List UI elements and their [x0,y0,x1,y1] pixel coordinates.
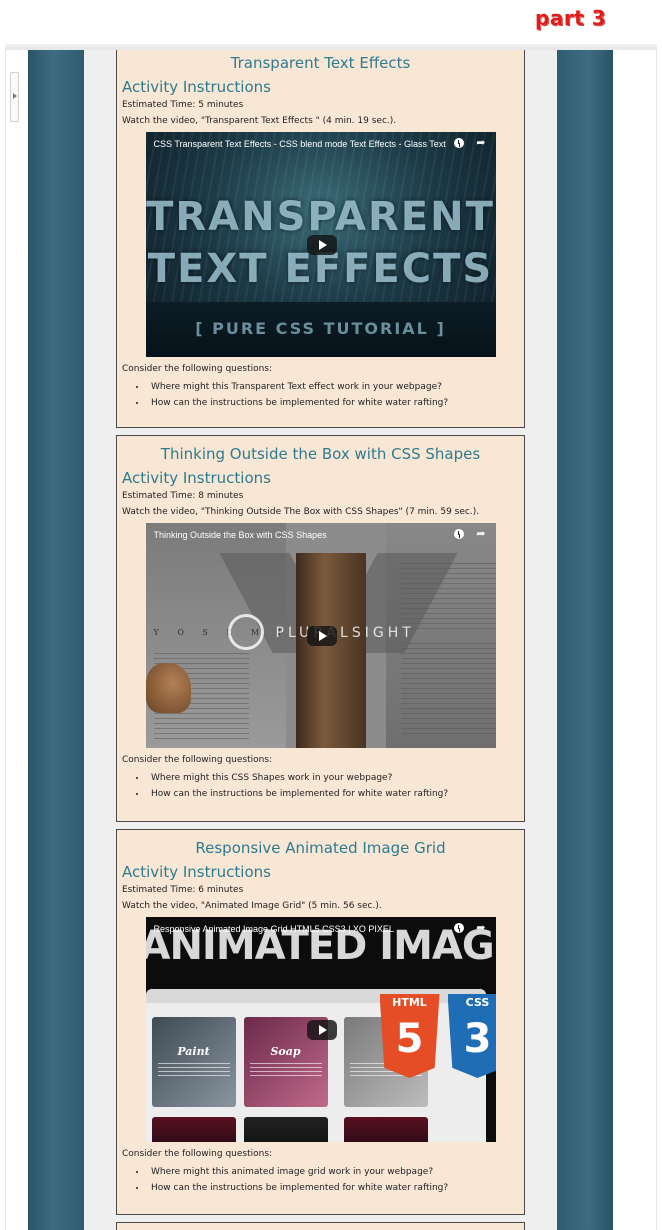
activity-card-css-shapes: Thinking Outside the Box with CSS Shapes… [116,435,525,822]
share-icon[interactable]: ➦ [476,923,485,934]
thumbnail-tile [243,1117,328,1142]
next-activity-card [116,1222,525,1230]
clock-icon[interactable] [454,529,465,539]
activity-heading: Activity Instructions [122,469,271,487]
part-label: part 3 [535,6,607,30]
video-player[interactable]: Y O S E M I PLURALSIGHT Thinking Outside… [145,523,496,748]
card-title: Responsive Animated Image Grid [195,839,446,857]
css3-logo: CSS 3 [447,994,496,1078]
video-instruction: Watch the video, "Transparent Text Effec… [122,116,397,126]
activity-heading: Activity Instructions [122,863,271,881]
play-button[interactable] [306,626,337,646]
question-item: How can the instructions be implemented … [147,395,519,411]
left-side-panel [28,50,84,1230]
tile-description [157,1063,230,1077]
estimated-time: Estimated Time: 8 minutes [122,491,244,501]
question-item: Where might this animated image grid wor… [147,1164,519,1180]
thumbnail-subtext: [ PURE CSS TUTORIAL ] [195,319,446,338]
clock-icon[interactable] [454,138,465,148]
thumbnail-text: PLURALSIGHT [275,625,415,641]
question-item: Where might this Transparent Text effect… [147,379,519,395]
questions-intro: Consider the following questions: [122,1149,273,1159]
thumbnail-text: TRANSPARENT [146,194,495,240]
thumbnail-tile: Paint [151,1017,236,1107]
sidebar-toggle-handle[interactable] [10,72,19,122]
estimated-time: Estimated Time: 6 minutes [122,885,244,895]
video-title[interactable]: Thinking Outside the Box with CSS Shapes [154,530,446,540]
tile-description [249,1063,322,1077]
video-title[interactable]: Responsive Animated Image Grid HTML5 CSS… [154,924,446,934]
card-title: Transparent Text Effects [230,54,411,72]
clock-icon[interactable] [454,923,465,933]
thumbnail-shape [295,553,366,748]
activity-card-transparent-text: Transparent Text Effects Activity Instru… [116,50,525,428]
question-item: How can the instructions be implemented … [147,786,519,802]
questions-intro: Consider the following questions: [122,755,273,765]
logo-number: 3 [463,1016,492,1062]
play-button[interactable] [306,1020,337,1040]
video-player[interactable]: ANIMATED IMAGE GRID Paint Soap HTML 5 CS… [145,917,496,1142]
html5-logo: HTML 5 [379,994,440,1078]
estimated-time: Estimated Time: 5 minutes [122,100,244,110]
video-title[interactable]: CSS Transparent Text Effects - CSS blend… [154,139,446,149]
activity-card-image-grid: Responsive Animated Image Grid Activity … [116,829,525,1215]
thumbnail-tile [151,1117,236,1142]
questions-intro: Consider the following questions: [122,364,273,374]
thumbnail-text-block [400,643,496,738]
video-player[interactable]: TRANSPARENT TEXT EFFECTS [ PURE CSS TUTO… [145,132,496,357]
tile-label: Soap [270,1045,301,1058]
question-item: How can the instructions be implemented … [147,1180,519,1196]
thumbnail-text: Y O S E M I [153,628,289,637]
logo-number: 5 [395,1016,424,1062]
play-button[interactable] [306,235,337,255]
share-icon[interactable]: ➦ [476,138,485,149]
question-list: Where might this animated image grid wor… [147,1164,519,1196]
video-instruction: Watch the video, "Animated Image Grid" (… [122,901,382,911]
thumbnail-tile [343,1117,428,1142]
logo-label: CSS [465,996,490,1009]
share-icon[interactable]: ➦ [476,529,485,540]
question-list: Where might this Transparent Text effect… [147,379,519,411]
card-title: Thinking Outside the Box with CSS Shapes [160,445,481,463]
right-side-panel [557,50,613,1230]
thumbnail-bear-image [145,663,191,713]
question-list: Where might this CSS Shapes work in your… [147,770,519,802]
video-instruction: Watch the video, "Thinking Outside The B… [122,507,480,517]
logo-label: HTML [392,996,427,1009]
question-item: Where might this CSS Shapes work in your… [147,770,519,786]
tile-label: Paint [177,1045,210,1058]
activity-heading: Activity Instructions [122,78,271,96]
thumbnail-logo [227,614,264,650]
thumbnail-text-block [400,563,496,633]
